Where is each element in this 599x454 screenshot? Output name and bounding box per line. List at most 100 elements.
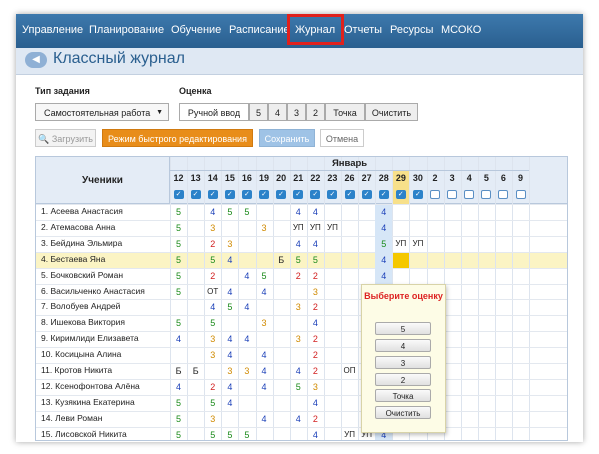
- grade-cell[interactable]: 5: [170, 285, 187, 301]
- grade-cell[interactable]: 3: [204, 221, 221, 237]
- nav-item-5[interactable]: Отчеты: [344, 24, 382, 36]
- day-header[interactable]: 26: [341, 171, 358, 186]
- grade-button-6[interactable]: Очистить: [365, 103, 418, 121]
- popup-option-5[interactable]: Очистить: [375, 406, 431, 419]
- student-name[interactable]: 1. Асеева Анастасия: [41, 206, 123, 216]
- day-header[interactable]: 27: [358, 171, 375, 186]
- grade-cell[interactable]: 2: [307, 364, 324, 380]
- day-checkbox[interactable]: ✓: [293, 190, 304, 199]
- grade-cell[interactable]: 3: [256, 221, 273, 237]
- grade-cell[interactable]: Б: [170, 364, 187, 380]
- grade-cell[interactable]: 3: [256, 316, 273, 332]
- day-checkbox[interactable]: ✓: [310, 190, 321, 199]
- grade-cell[interactable]: Б: [273, 253, 290, 269]
- popup-option-4[interactable]: Точка: [375, 389, 431, 402]
- student-name[interactable]: 3. Бейдина Эльмира: [41, 238, 122, 248]
- grade-cell[interactable]: 3: [290, 332, 307, 348]
- day-header[interactable]: 5: [478, 171, 495, 186]
- grade-cell[interactable]: 3: [221, 364, 238, 380]
- day-header[interactable]: 23: [324, 171, 341, 186]
- grade-cell[interactable]: Б: [187, 364, 204, 380]
- day-checkbox[interactable]: [498, 190, 509, 199]
- day-header[interactable]: 29: [392, 171, 409, 186]
- popup-option-0[interactable]: 5: [375, 322, 431, 335]
- grade-cell[interactable]: 5: [256, 269, 273, 285]
- day-header[interactable]: 15: [221, 171, 238, 186]
- quick-edit-button[interactable]: Режим быстрого редактирования: [102, 129, 253, 147]
- day-header[interactable]: 3: [444, 171, 461, 186]
- grade-cell[interactable]: УП: [341, 428, 358, 440]
- nav-item-2[interactable]: Обучение: [171, 24, 221, 36]
- day-checkbox[interactable]: ✓: [378, 190, 389, 199]
- grade-button-3[interactable]: 3: [287, 103, 306, 121]
- grade-cell[interactable]: 4: [375, 205, 393, 221]
- grade-cell[interactable]: 3: [204, 348, 221, 364]
- grade-cell[interactable]: 2: [204, 380, 221, 396]
- cancel-button[interactable]: Отмена: [320, 129, 364, 147]
- student-name[interactable]: 2. Атемасова Анна: [41, 222, 115, 232]
- day-checkbox[interactable]: ✓: [276, 190, 287, 199]
- grade-cell[interactable]: 3: [307, 285, 324, 301]
- nav-item-0[interactable]: Управление: [22, 24, 83, 36]
- day-header[interactable]: 28: [375, 171, 392, 186]
- grade-cell[interactable]: 5: [170, 412, 187, 428]
- day-header[interactable]: 4: [461, 171, 478, 186]
- grade-cell[interactable]: 5: [170, 428, 187, 440]
- grade-cell[interactable]: УП: [409, 237, 426, 253]
- day-checkbox[interactable]: ✓: [190, 190, 201, 199]
- grade-cell[interactable]: 3: [238, 364, 255, 380]
- grade-cell[interactable]: 4: [307, 396, 324, 412]
- grade-cell[interactable]: 2: [307, 300, 324, 316]
- popup-option-1[interactable]: 4: [375, 339, 431, 352]
- student-name[interactable]: 11. Кротов Никита: [41, 365, 112, 375]
- grade-cell[interactable]: 4: [375, 252, 393, 269]
- grade-cell[interactable]: 5: [238, 428, 255, 440]
- grade-cell[interactable]: 4: [375, 268, 393, 285]
- day-header[interactable]: 22: [307, 171, 324, 186]
- grade-cell[interactable]: 5: [290, 253, 307, 269]
- popup-option-3[interactable]: 2: [375, 373, 431, 386]
- grade-cell[interactable]: 3: [290, 300, 307, 316]
- day-checkbox[interactable]: [481, 190, 492, 199]
- day-checkbox[interactable]: ✓: [241, 190, 252, 199]
- grade-cell[interactable]: 2: [204, 269, 221, 285]
- grade-button-2[interactable]: 4: [268, 103, 287, 121]
- grade-cell[interactable]: 5: [204, 428, 221, 440]
- grade-cell[interactable]: 4: [307, 237, 324, 253]
- day-header[interactable]: 30: [409, 171, 426, 186]
- student-name[interactable]: 5. Бочковский Роман: [41, 270, 123, 280]
- day-checkbox[interactable]: ✓: [344, 190, 355, 199]
- student-name[interactable]: 15. Лисовской Никита: [41, 429, 127, 439]
- day-checkbox[interactable]: ✓: [259, 190, 269, 199]
- grade-cell[interactable]: 5: [170, 253, 187, 269]
- task-type-select[interactable]: Самостоятельная работа ▼: [35, 103, 169, 121]
- grade-cell[interactable]: 5: [204, 253, 221, 269]
- grade-cell[interactable]: 2: [307, 332, 324, 348]
- grade-cell[interactable]: 5: [170, 396, 187, 412]
- day-header[interactable]: 19: [256, 171, 273, 186]
- student-name[interactable]: 8. Ишекова Виктория: [41, 317, 125, 327]
- grade-cell[interactable]: 4: [221, 285, 238, 301]
- nav-item-1[interactable]: Планирование: [89, 24, 164, 36]
- student-name[interactable]: 4. Бестаева Яна: [41, 254, 105, 264]
- grade-cell[interactable]: 4: [256, 380, 273, 396]
- day-header[interactable]: 21: [290, 171, 307, 186]
- grade-cell[interactable]: 4: [256, 348, 273, 364]
- day-checkbox[interactable]: [464, 190, 475, 199]
- grade-button-1[interactable]: 5: [249, 103, 268, 121]
- student-name[interactable]: 10. Косицына Алина: [41, 349, 121, 359]
- student-name[interactable]: 13. Кузякина Екатерина: [41, 397, 135, 407]
- grade-cell[interactable]: УП: [324, 221, 341, 237]
- grade-cell[interactable]: 3: [221, 237, 238, 253]
- load-button[interactable]: 🔍 Загрузить: [35, 129, 96, 147]
- grade-cell[interactable]: 4: [375, 220, 393, 237]
- grade-cell[interactable]: 4: [204, 205, 221, 221]
- grade-cell[interactable]: 2: [307, 348, 324, 364]
- grade-cell[interactable]: 3: [307, 380, 324, 396]
- grade-cell[interactable]: 4: [221, 332, 238, 348]
- grade-cell[interactable]: 4: [290, 412, 307, 428]
- day-header[interactable]: 16: [238, 171, 255, 186]
- popup-option-2[interactable]: 3: [375, 356, 431, 369]
- grade-cell[interactable]: 4: [221, 348, 238, 364]
- grade-cell[interactable]: УП: [290, 221, 307, 237]
